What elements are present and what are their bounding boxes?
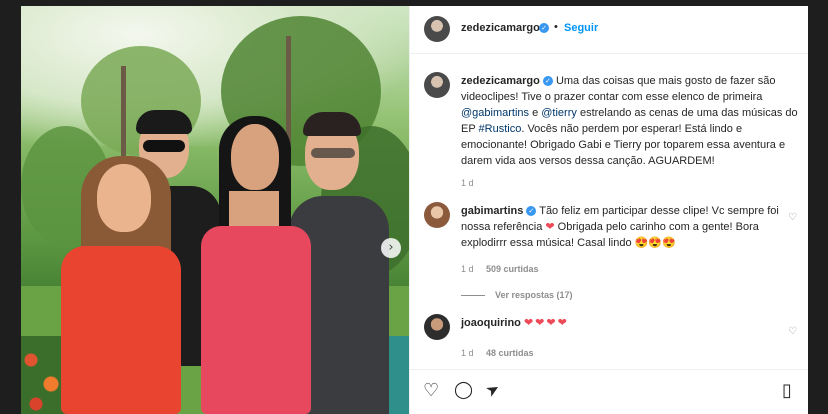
comment-username[interactable]: gabimartins bbox=[461, 205, 523, 217]
comment-text: gabimartins ✓ Tão feliz em participar des… bbox=[461, 203, 783, 251]
caption-username[interactable]: zedezicamargo bbox=[461, 75, 540, 87]
post-photo[interactable]: › bbox=[21, 6, 409, 414]
follow-button[interactable]: Seguir bbox=[564, 22, 598, 34]
like-comment-icon[interactable]: ♡ bbox=[788, 326, 797, 337]
mention-link[interactable]: @gabimartins bbox=[461, 107, 529, 119]
next-image-button[interactable]: › bbox=[381, 238, 401, 258]
caption-time[interactable]: 1 d bbox=[461, 178, 474, 188]
post-username[interactable]: zedezicamargo bbox=[461, 22, 540, 34]
comment-icon[interactable]: ◯ bbox=[454, 380, 473, 400]
post-header: zedezicamargo ✓ • Seguir bbox=[410, 6, 808, 54]
view-replies-label[interactable]: Ver respostas (17) bbox=[495, 290, 573, 300]
post-modal: › zedezicamargo ✓ • Seguir zedezicamargo… bbox=[21, 6, 808, 414]
like-icon[interactable]: ♡ bbox=[423, 380, 439, 401]
comment-time[interactable]: 1 d bbox=[461, 348, 474, 358]
like-comment-icon[interactable]: ♡ bbox=[788, 212, 797, 223]
separator-dot: • bbox=[554, 21, 558, 33]
photo-trunk bbox=[121, 66, 126, 166]
view-replies[interactable]: Ver respostas (17) bbox=[461, 290, 573, 300]
emoji-group: 😍😍😍 bbox=[634, 237, 676, 249]
comment-time[interactable]: 1 d bbox=[461, 264, 474, 274]
comment-likes[interactable]: 509 curtidas bbox=[486, 264, 539, 274]
caption-segment: e bbox=[529, 107, 542, 119]
comments-panel: zedezicamargo ✓ • Seguir zedezicamargo ✓ … bbox=[409, 6, 808, 414]
verified-icon: ✓ bbox=[539, 23, 549, 33]
bookmark-icon[interactable]: ▯ bbox=[782, 380, 792, 401]
avatar[interactable] bbox=[424, 72, 450, 98]
replies-line bbox=[461, 295, 485, 297]
comment-meta: 1 d 48 curtidas bbox=[461, 348, 534, 358]
avatar[interactable] bbox=[424, 314, 450, 340]
heart-emoji: ❤ bbox=[545, 221, 555, 233]
caption-text: zedezicamargo ✓ Uma das coisas que mais g… bbox=[461, 73, 799, 169]
hashtag-link[interactable]: #Rustico bbox=[479, 123, 522, 135]
comment-username[interactable]: joaoquirino bbox=[461, 317, 521, 329]
heart-emojis: ❤❤❤❤ bbox=[523, 317, 569, 329]
comment-meta: 1 d 509 curtidas bbox=[461, 264, 539, 274]
comment-text: joaoquirino ❤❤❤❤ bbox=[461, 315, 783, 331]
share-icon[interactable]: ➤ bbox=[482, 378, 503, 401]
action-bar: ♡ ◯ ➤ ▯ bbox=[410, 369, 808, 414]
verified-icon: ✓ bbox=[542, 76, 553, 87]
avatar[interactable] bbox=[424, 16, 450, 42]
comment-likes[interactable]: 48 curtidas bbox=[486, 348, 534, 358]
verified-icon: ✓ bbox=[526, 206, 537, 217]
avatar[interactable] bbox=[424, 202, 450, 228]
mention-link[interactable]: @tierry bbox=[541, 107, 577, 119]
